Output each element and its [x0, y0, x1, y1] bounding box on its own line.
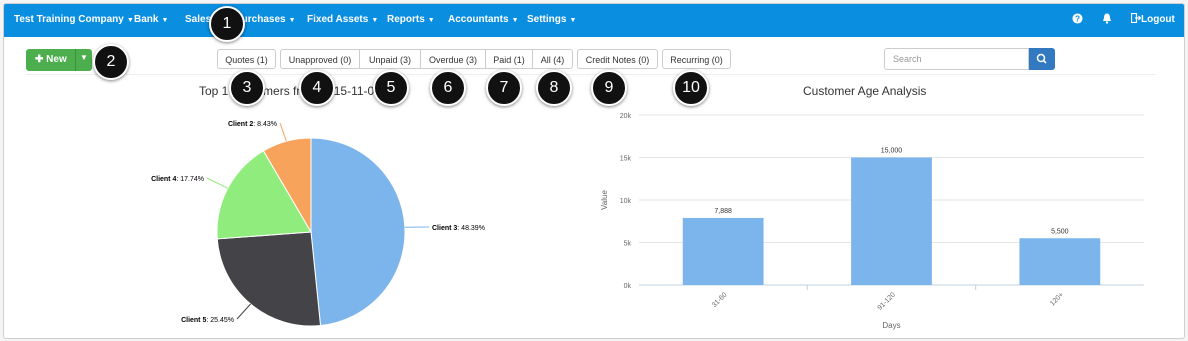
tab-paid[interactable]: Paid (1) [485, 49, 533, 69]
callout-marker: 5 [373, 70, 409, 106]
pie-slice-name: Client 4 [151, 176, 176, 183]
pie-slice-value: : 17.74% [176, 176, 204, 183]
app-window: Test Training Company▼ Bank▼ Sales▼ Purc… [3, 3, 1185, 339]
pie-leader-line [279, 122, 287, 142]
svg-text:?: ? [1075, 14, 1080, 23]
y-tick-label: 5k [624, 241, 632, 248]
logout-label: Logout [1141, 14, 1175, 25]
pie-leader-line [206, 177, 229, 189]
callout-marker: 9 [591, 70, 627, 106]
pie-data-label: Client 3: 48.39% [432, 225, 485, 232]
pie-leader-line [236, 303, 251, 320]
callout-marker: 2 [93, 44, 129, 80]
search-icon [1036, 53, 1047, 64]
nav-label: Sales [185, 14, 212, 25]
nav-bank[interactable]: Bank ▼ [134, 14, 168, 25]
chevron-down-icon: ▼ [511, 17, 519, 24]
callout-marker: 7 [486, 70, 522, 106]
chevron-down-icon: ▼ [569, 17, 577, 24]
nav-settings[interactable]: Settings ▼ [527, 14, 576, 25]
chevron-down-icon: ▼ [126, 17, 134, 24]
pie-slice-name: Client 2 [228, 121, 253, 128]
callout-marker: 3 [229, 70, 265, 106]
pie-chart: Client 3: 48.39% Client 5: 25.45% Client 4… [151, 121, 485, 327]
nav-fixed-assets[interactable]: Fixed Assets ▼ [307, 14, 378, 25]
logout-link[interactable]: Logout [1130, 12, 1175, 25]
y-tick-label: 15k [620, 156, 632, 163]
callout-marker: 1 [209, 6, 245, 42]
x-tick-label: 31-60 [711, 291, 729, 309]
nav-label: Fixed Assets [307, 14, 369, 25]
bar[interactable] [682, 217, 764, 285]
y-tick-label: 20k [620, 113, 632, 120]
bar-data-label: 7,888 [714, 208, 732, 215]
top-navbar: Test Training Company▼ Bank▼ Sales▼ Purc… [4, 4, 1184, 37]
x-axis-label: Days [882, 321, 900, 330]
callout-marker: 6 [430, 70, 466, 106]
bar-data-label: 15,000 [881, 148, 903, 155]
search-input[interactable]: Search [884, 48, 1029, 70]
pie-slice-value: : 25.45% [206, 317, 234, 324]
toolbar-divider [26, 74, 1156, 75]
tab-credit-notes[interactable]: Credit Notes (0) [577, 49, 658, 69]
nav-label: Settings [527, 14, 567, 25]
tab-all[interactable]: All (4) [532, 49, 573, 69]
pie-chart-title: Top 1 Customers from 2015-11-01 [199, 84, 381, 98]
bar-chart: 0k 5k 10k 15k 20k Value 7,888 31-60 15,000 91-120… [600, 113, 1144, 330]
bell-icon[interactable] [1102, 13, 1112, 27]
nav-label: Reports [387, 14, 425, 25]
y-tick-label: 0k [624, 283, 632, 290]
bar[interactable] [851, 157, 932, 286]
tab-unpaid[interactable]: Unpaid (3) [359, 49, 421, 69]
pie-slice-value: : 8.43% [253, 121, 277, 128]
new-dropdown-toggle[interactable]: ▼ [80, 53, 88, 62]
nav-company-menu[interactable]: Test Training Company ▼ [14, 14, 134, 25]
pie-slice-value: : 48.39% [457, 225, 485, 232]
x-tick-label: 120+ [1049, 291, 1065, 307]
bar[interactable] [1019, 238, 1101, 285]
nav-label: Bank [134, 14, 159, 25]
new-button-label: New [46, 54, 67, 65]
plus-icon: ✚ [35, 54, 44, 65]
new-button[interactable]: ✚ New ▼ [26, 49, 92, 71]
help-icon[interactable]: ? [1072, 13, 1083, 27]
bar-data-label: 5,500 [1051, 228, 1069, 235]
tab-quotes[interactable]: Quotes (1) [217, 49, 276, 69]
pie-slice-name: Client 3 [432, 225, 457, 232]
pie-slice[interactable] [310, 137, 406, 327]
search-button[interactable] [1029, 48, 1055, 70]
y-axis-label: Value [600, 190, 609, 210]
pie-slice[interactable] [216, 231, 322, 327]
chevron-down-icon: ▼ [371, 17, 379, 24]
company-name: Test Training Company [14, 14, 124, 25]
pie-slice-name: Client 5 [181, 317, 206, 324]
logout-icon [1130, 12, 1142, 24]
y-tick-label: 10k [620, 198, 632, 205]
pie-data-label: Client 4: 17.74% [151, 176, 204, 183]
pie-data-label: Client 5: 25.45% [181, 317, 234, 324]
pie-data-label: Client 2: 8.43% [228, 121, 277, 128]
chevron-down-icon: ▼ [161, 17, 169, 24]
chevron-down-icon: ▼ [427, 17, 435, 24]
nav-reports[interactable]: Reports ▼ [387, 14, 435, 25]
callout-marker: 10 [673, 70, 709, 106]
bar-chart-title: Customer Age Analysis [803, 84, 927, 98]
nav-label: Accountants [448, 14, 509, 25]
tab-unapproved[interactable]: Unapproved (0) [280, 49, 360, 69]
callout-marker: 4 [299, 70, 335, 106]
tab-recurring[interactable]: Recurring (0) [662, 49, 731, 69]
button-divider [75, 49, 76, 71]
tab-overdue[interactable]: Overdue (3) [420, 49, 486, 69]
x-tick-label: 91-120 [877, 291, 897, 311]
chevron-down-icon: ▼ [288, 17, 296, 24]
nav-accountants[interactable]: Accountants ▼ [448, 14, 519, 25]
callout-marker: 8 [536, 70, 572, 106]
